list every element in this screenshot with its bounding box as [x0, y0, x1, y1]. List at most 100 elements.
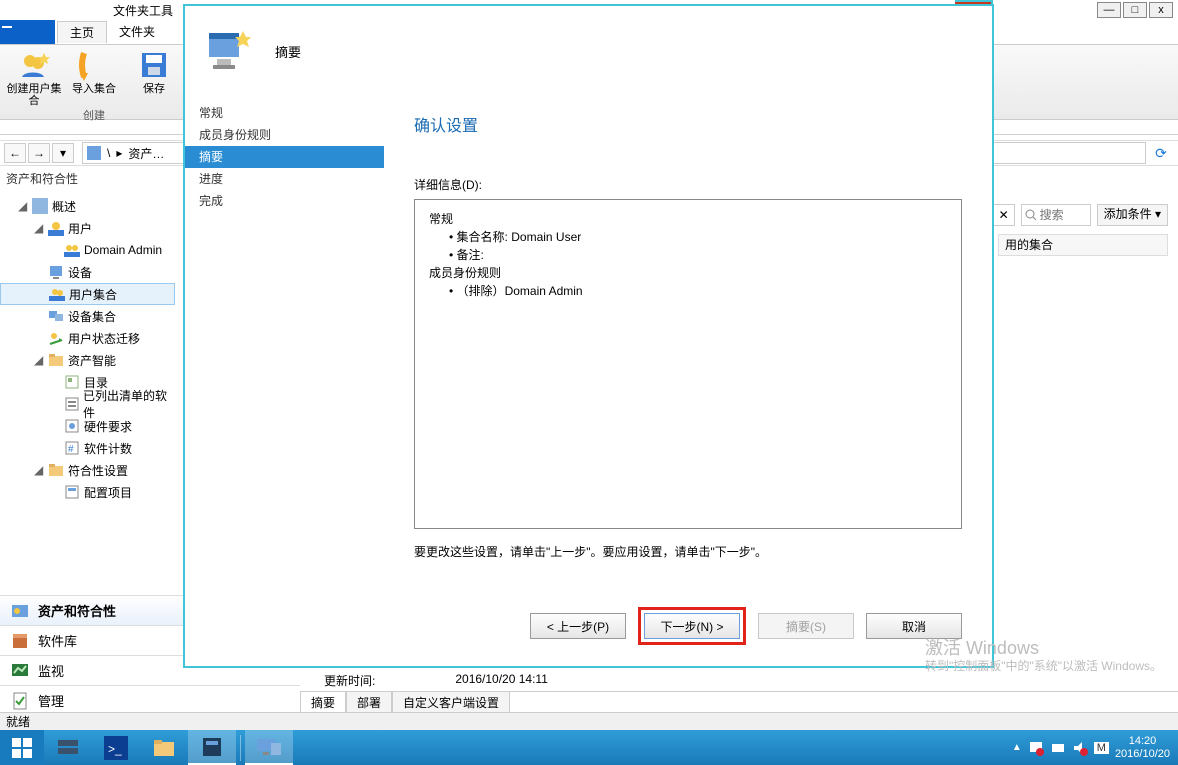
- wizard-step-complete[interactable]: 完成: [185, 190, 384, 212]
- ribbon-file-tab[interactable]: [0, 20, 55, 44]
- taskbar-sccm-console[interactable]: [188, 730, 236, 765]
- taskbar-explorer[interactable]: [140, 730, 188, 765]
- wizard-header-title: 摘要: [275, 42, 301, 61]
- detail-tab-deployment[interactable]: 部署: [346, 692, 392, 714]
- asset-compliance-icon: [10, 601, 30, 621]
- config-item-icon: [64, 484, 80, 500]
- wizard-footer: < 上一步(P) 下一步(N) > 摘要(S) 取消: [185, 596, 992, 656]
- nav-back-button[interactable]: ←: [4, 143, 26, 163]
- status-bar: 就绪: [0, 712, 1178, 730]
- tray-flag-icon[interactable]: [1028, 740, 1044, 756]
- wizard-content-title: 确认设置: [414, 112, 962, 136]
- section-administration[interactable]: 管理: [0, 685, 300, 715]
- tree-item-compliance-settings[interactable]: ◢符合性设置: [0, 459, 175, 481]
- window-close-button[interactable]: x: [1149, 2, 1173, 18]
- tree-item-device-collections[interactable]: 设备集合: [0, 305, 175, 327]
- ribbon-tab-folder[interactable]: 文件夹: [107, 21, 167, 43]
- software-library-icon: [10, 631, 30, 651]
- update-time-label: 更新时间:: [324, 672, 375, 689]
- svg-text:#: #: [68, 444, 74, 455]
- taskbar-vmconnect[interactable]: [245, 730, 293, 765]
- ribbon-tab-home[interactable]: 主页: [57, 21, 107, 43]
- folder-icon: [48, 352, 64, 368]
- update-time-value: 2016/10/20 14:11: [455, 672, 548, 689]
- tree-item-asset-intelligence[interactable]: ◢资产智能: [0, 349, 175, 371]
- wizard-step-general[interactable]: 常规: [185, 102, 384, 124]
- sccm-icon: [200, 735, 224, 759]
- wizard-dialog: 摘要 常规 成员身份规则 摘要 进度 完成 确认设置 详细信息(D): 常规 集…: [183, 4, 994, 668]
- users-icon: [48, 220, 64, 236]
- window-minimize-button[interactable]: —: [1097, 2, 1121, 18]
- create-user-collection-button[interactable]: 创建用户集合: [6, 49, 62, 107]
- detail-tab-client-settings[interactable]: 自定义客户端设置: [392, 692, 510, 714]
- wizard-cancel-button[interactable]: 取消: [866, 613, 962, 639]
- ribbon-group-create: 创建用户集合 导入集合 保存 创建: [0, 45, 189, 119]
- details-pane: 更新时间: 2016/10/20 14:11 摘要 部署 自定义客户端设置: [300, 670, 1178, 712]
- tree-item-software-count[interactable]: #软件计数: [0, 437, 175, 459]
- hardware-req-icon: [64, 418, 80, 434]
- detail-tab-summary[interactable]: 摘要: [300, 692, 346, 714]
- wizard-content: 确认设置 详细信息(D): 常规 集合名称: Domain User 备注: 成…: [384, 96, 992, 596]
- taskbar-server-manager[interactable]: [44, 730, 92, 765]
- nav-pane-title: 资产和符合性: [0, 170, 175, 190]
- nav-forward-button[interactable]: →: [28, 143, 50, 163]
- wizard-hint-text: 要更改这些设置，请单击"上一步"。要应用设置，请单击"下一步"。: [414, 543, 962, 560]
- tree-item-overview[interactable]: ◢概述: [0, 195, 175, 217]
- detail-collection-name: 集合名称: Domain User: [429, 228, 947, 246]
- add-criteria-button[interactable]: 添加条件 ▾: [1097, 204, 1168, 226]
- tree-item-devices[interactable]: 设备: [0, 261, 175, 283]
- users-sparkle-icon: [18, 49, 50, 81]
- outer-window-controls: — □ x: [1097, 2, 1173, 18]
- window-maximize-button[interactable]: □: [1123, 2, 1147, 18]
- save-button[interactable]: 保存: [126, 49, 182, 107]
- tray-show-hidden-icon[interactable]: ▲: [1012, 742, 1022, 753]
- system-tray: ▲ M 14:20 2016/10/20: [1012, 735, 1178, 761]
- tray-volume-icon[interactable]: [1072, 740, 1088, 756]
- detail-info-label: 详细信息(D):: [414, 176, 962, 193]
- breadcrumb-root-icon: [87, 146, 101, 160]
- tray-network-icon[interactable]: [1050, 740, 1066, 756]
- tray-ime-icon[interactable]: M: [1094, 742, 1109, 754]
- tree-item-user-state-migration[interactable]: 用户状态迁移: [0, 327, 175, 349]
- nav-tree: ◢概述 ◢用户 Domain Admin 设备 用户集合 设备集合 用户状态迁移…: [0, 195, 175, 550]
- overview-icon: [32, 198, 48, 214]
- tree-item-domain-admin[interactable]: Domain Admin: [0, 239, 175, 261]
- wizard-prev-button[interactable]: < 上一步(P): [530, 613, 626, 639]
- tree-item-user-collections[interactable]: 用户集合: [0, 283, 175, 305]
- tree-item-config-items[interactable]: 配置项目: [0, 481, 175, 503]
- taskbar-clock[interactable]: 14:20 2016/10/20: [1115, 735, 1170, 761]
- breadcrumb-segment: 资产…: [128, 145, 164, 162]
- wizard-next-button[interactable]: 下一步(N) >: [644, 613, 740, 639]
- folder-icon: [48, 462, 64, 478]
- import-collection-button[interactable]: 导入集合: [66, 49, 122, 107]
- monitoring-icon: [10, 661, 30, 681]
- taskbar-powershell[interactable]: >_: [92, 730, 140, 765]
- column-header-used-collection[interactable]: 用的集合: [998, 234, 1168, 256]
- import-arrow-icon: [78, 49, 110, 81]
- breadcrumb-sep2: ▸: [116, 146, 122, 160]
- powershell-icon: >_: [104, 736, 128, 760]
- tree-item-inventoried-software[interactable]: 已列出清单的软件: [0, 393, 175, 415]
- wizard-step-progress[interactable]: 进度: [185, 168, 384, 190]
- device-collection-icon: [48, 308, 64, 324]
- refresh-button[interactable]: ⟳: [1150, 142, 1172, 164]
- contextual-tab-label: 文件夹工具: [105, 2, 181, 20]
- wizard-header: 摘要: [185, 6, 992, 96]
- clear-search-button[interactable]: ✕: [993, 204, 1015, 226]
- migration-icon: [48, 330, 64, 346]
- inventory-icon: [64, 396, 79, 412]
- windows-logo-icon: [12, 738, 32, 758]
- wizard-step-membership[interactable]: 成员身份规则: [185, 124, 384, 146]
- start-button[interactable]: [0, 730, 44, 765]
- wizard-steps: 常规 成员身份规则 摘要 进度 完成: [185, 96, 384, 596]
- server-manager-icon: [56, 736, 80, 760]
- user-collection-icon: [49, 286, 65, 302]
- search-icon: [1025, 209, 1037, 221]
- nav-dropdown-button[interactable]: ▾: [52, 143, 74, 163]
- detail-membership-header: 成员身份规则: [429, 264, 947, 282]
- wizard-header-icon: [203, 27, 251, 75]
- svg-text:>_: >_: [108, 742, 122, 756]
- tree-item-users[interactable]: ◢用户: [0, 217, 175, 239]
- sw-count-icon: #: [64, 440, 80, 456]
- wizard-step-summary[interactable]: 摘要: [185, 146, 384, 168]
